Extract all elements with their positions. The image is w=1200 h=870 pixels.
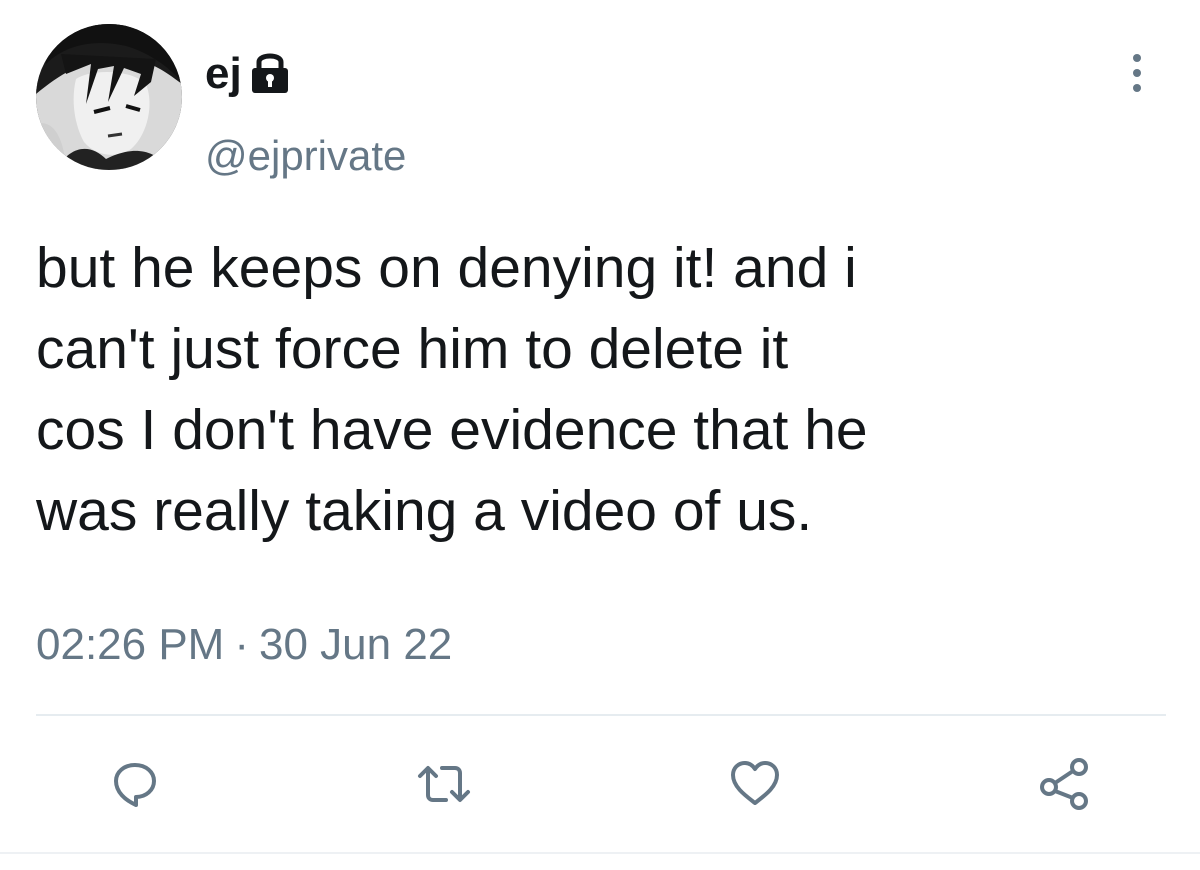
retweet-icon	[418, 766, 470, 802]
tweet-text: but he keeps on denying it! and i can't …	[36, 236, 868, 543]
user-handle[interactable]: @ejprivate	[205, 132, 406, 180]
avatar-image	[36, 24, 182, 170]
tweet-time: 02:26 PM	[36, 620, 225, 669]
divider	[36, 714, 1166, 716]
tweet-timestamp[interactable]: 02:26 PM · 30 Jun 22	[36, 620, 452, 670]
like-button[interactable]	[725, 754, 785, 814]
retweet-button[interactable]	[414, 754, 474, 814]
lock-icon	[246, 49, 294, 95]
bottom-divider	[0, 852, 1200, 854]
heart-icon	[731, 761, 779, 805]
tweet-card: ej @ejprivate but he keeps on denying it…	[0, 0, 1200, 870]
avatar[interactable]	[36, 24, 182, 170]
display-name-row: ej	[205, 44, 294, 104]
display-name[interactable]: ej	[205, 49, 242, 99]
share-button[interactable]	[1035, 754, 1095, 814]
reply-button[interactable]	[105, 754, 165, 814]
meta-separator: ·	[234, 620, 249, 669]
reply-icon	[114, 763, 156, 807]
more-options-icon[interactable]	[1122, 52, 1152, 96]
share-icon	[1040, 758, 1088, 810]
tweet-date: 30 Jun 22	[259, 620, 453, 669]
